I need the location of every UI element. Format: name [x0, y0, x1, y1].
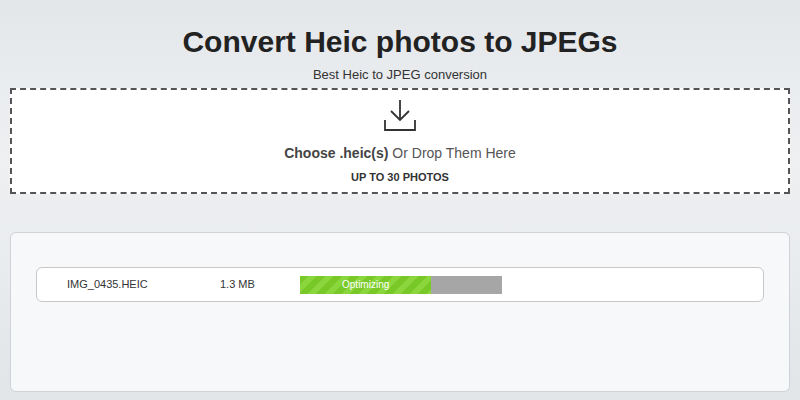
download-icon — [382, 98, 418, 132]
progress-fill: Optimizing — [300, 276, 431, 294]
progress-bar: Optimizing — [300, 276, 502, 294]
dropzone-limit: UP TO 30 PHOTOS — [351, 170, 449, 184]
files-panel: IMG_0435.HEIC1.3 MB Optimizing — [10, 232, 790, 392]
file-size: 1.3 MB — [220, 276, 300, 293]
file-name: IMG_0435.HEIC — [37, 276, 220, 293]
dropzone-label[interactable]: Choose .heic(s) Or Drop Them Here — [284, 144, 516, 162]
file-row: IMG_0435.HEIC1.3 MB Optimizing — [36, 267, 764, 302]
progress-status: Optimizing — [342, 277, 389, 292]
page-subtitle: Best Heic to JPEG conversion — [0, 66, 800, 84]
page: Convert Heic photos to JPEGs Best Heic to… — [0, 0, 800, 400]
dropzone[interactable]: Choose .heic(s) Or Drop Them Here UP TO 3… — [10, 88, 790, 194]
page-title: Convert Heic photos to JPEGs — [0, 0, 800, 62]
